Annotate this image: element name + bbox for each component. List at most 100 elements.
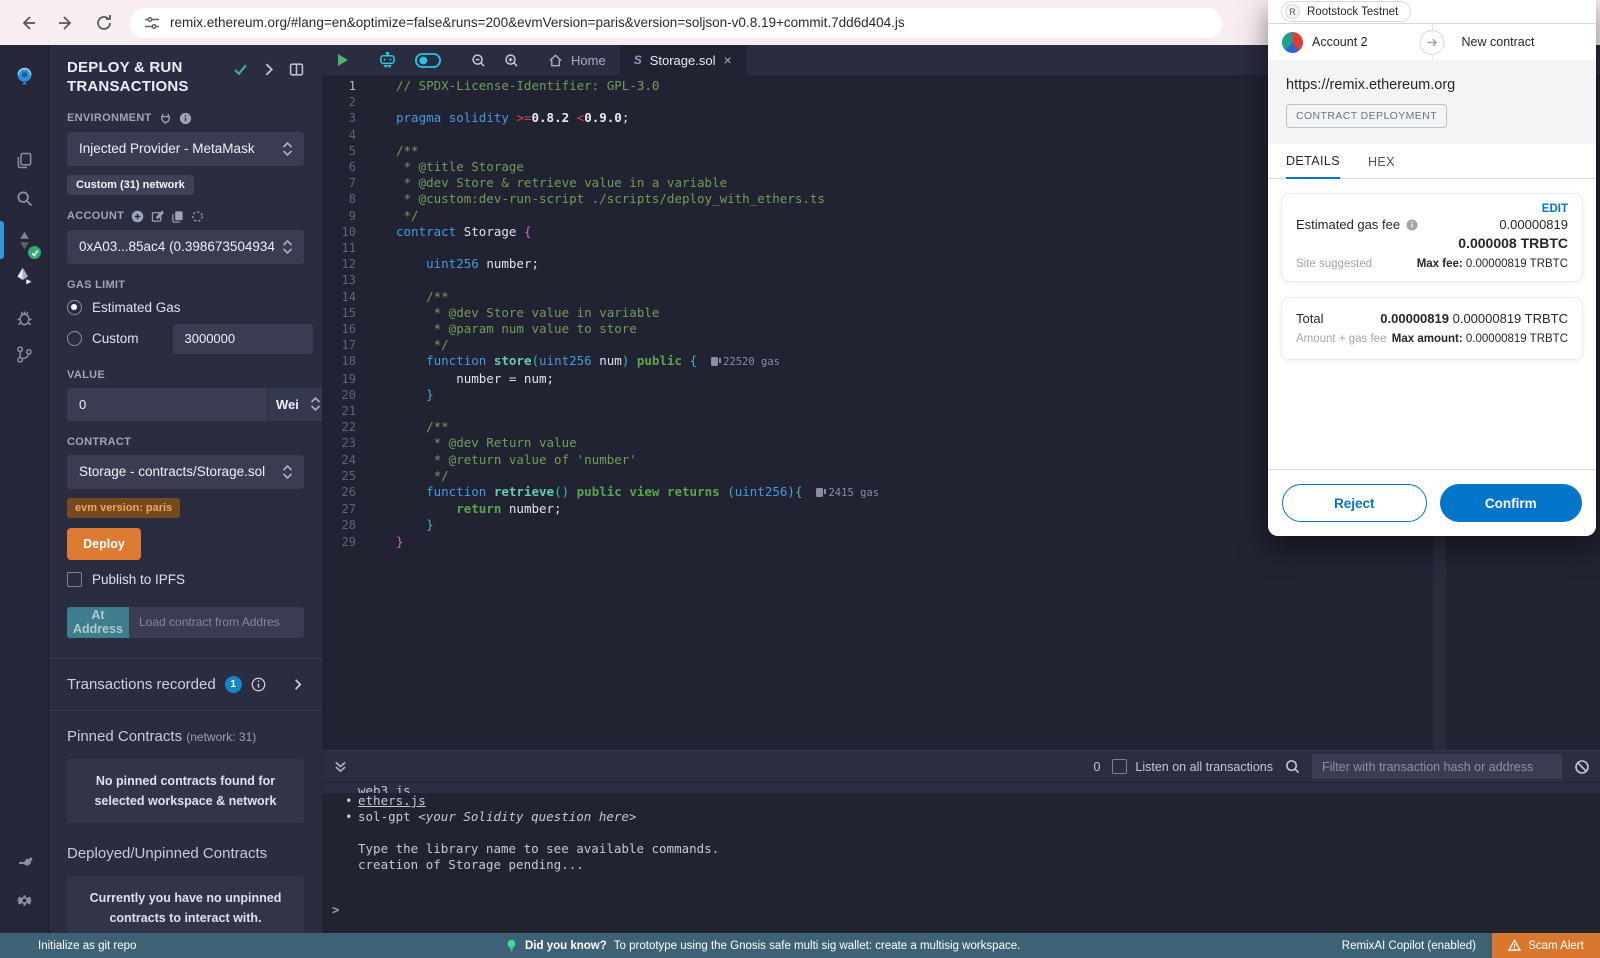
line-number: 27: [322, 501, 370, 517]
gas-fee-card: EDIT Estimated gas fee 0.00000819 0.0000…: [1281, 193, 1583, 282]
back-icon[interactable]: [18, 13, 38, 33]
forward-icon[interactable]: [56, 13, 76, 33]
line-number: 20: [322, 387, 370, 403]
run-script-icon[interactable]: [322, 45, 359, 75]
lightbulb-icon: [505, 939, 518, 952]
edit-gas-link[interactable]: EDIT: [1542, 203, 1568, 215]
check-icon: [233, 62, 248, 77]
plug-icon[interactable]: [159, 112, 172, 125]
value-input[interactable]: [67, 388, 267, 421]
total-label: Total: [1296, 311, 1323, 326]
value-label: VALUE: [67, 369, 304, 381]
confirm-button[interactable]: Confirm: [1440, 484, 1583, 522]
value-unit-select[interactable]: Wei: [267, 388, 322, 421]
terminal-line: Type the library name to see available c…: [322, 841, 1600, 857]
at-address-button[interactable]: At Address: [67, 607, 129, 638]
search-icon[interactable]: [0, 181, 48, 215]
terminal-line: creation of Storage pending...: [322, 857, 1600, 873]
solidity-file-icon: S: [634, 53, 642, 67]
estimated-gas-option[interactable]: Estimated Gas: [67, 300, 304, 315]
line-number: 13: [322, 272, 370, 288]
fuel-pump-icon: [711, 357, 718, 366]
deploy-run-icon[interactable]: [0, 259, 48, 293]
compile-success-badge: [28, 246, 41, 259]
radio-selected-icon[interactable]: [67, 300, 82, 315]
solidity-compiler-icon[interactable]: [0, 223, 48, 257]
terminal-line[interactable]: •ethers.js: [322, 793, 1600, 809]
copy-account-icon[interactable]: [171, 210, 184, 223]
account-label: ACCOUNT: [67, 210, 304, 223]
custom-gas-input[interactable]: [173, 324, 313, 354]
code-line[interactable]: 29}: [322, 534, 1600, 550]
checkbox-icon[interactable]: [1112, 759, 1127, 774]
address-bar[interactable]: remix.ethereum.org/#lang=en&optimize=fal…: [130, 8, 1222, 38]
zoom-out-icon[interactable]: [462, 45, 495, 75]
gas-estimate-annotation: 22520 gas: [711, 356, 780, 368]
tab-home[interactable]: Home: [534, 45, 620, 75]
listen-all-transactions-option[interactable]: Listen on all transactions: [1112, 759, 1273, 774]
pinned-empty-message: No pinned contracts found for selected w…: [67, 759, 304, 823]
close-tab-icon[interactable]: ×: [723, 52, 731, 68]
refresh-icon[interactable]: [94, 13, 114, 33]
line-number: 5: [322, 143, 370, 159]
debugger-icon[interactable]: [0, 301, 48, 335]
warning-triangle-icon: [1508, 939, 1521, 952]
scam-alert-button[interactable]: Scam Alert: [1492, 933, 1600, 958]
tab-hex[interactable]: HEX: [1368, 155, 1395, 178]
line-number: 3: [322, 110, 370, 126]
plugin-manager-icon[interactable]: [0, 843, 48, 877]
publish-ipfs-option[interactable]: Publish to IPFS: [67, 572, 304, 587]
terminal-prompt[interactable]: >: [332, 902, 340, 917]
line-number: 29: [322, 534, 370, 550]
environment-select[interactable]: Injected Provider - MetaMask: [67, 132, 304, 166]
terminal-output[interactable]: web3.js•ethers.js•sol-gpt <your Solidity…: [322, 782, 1600, 933]
radio-unselected-icon[interactable]: [67, 331, 82, 346]
contract-select[interactable]: Storage - contracts/Storage.sol: [67, 455, 304, 489]
pin-panel-icon[interactable]: [289, 62, 304, 77]
evm-version-badge: evm version: paris: [67, 498, 180, 518]
site-settings-icon[interactable]: [144, 15, 160, 31]
transactions-recorded-row[interactable]: Transactions recorded 1: [67, 659, 304, 710]
git-init-status[interactable]: Initialize as git repo: [38, 940, 136, 952]
at-address-input[interactable]: [129, 607, 304, 638]
line-number: 25: [322, 468, 370, 484]
file-explorer-icon[interactable]: [0, 143, 48, 177]
max-fee: Max fee: 0.00000819 TRBTC: [1417, 258, 1568, 270]
detail-tabs: DETAILS HEX: [1268, 144, 1596, 179]
reject-button[interactable]: Reject: [1282, 484, 1427, 522]
network-selector[interactable]: R Rootstock Testnet: [1281, 1, 1411, 22]
copilot-status[interactable]: RemixAI Copilot (enabled): [1342, 940, 1476, 952]
collapse-terminal-icon[interactable]: [322, 760, 358, 773]
total-value: 0.00000819 0.00000819 TRBTC: [1380, 311, 1568, 326]
custom-gas-option[interactable]: Custom: [67, 324, 304, 354]
unpinned-contracts-header: Deployed/Unpinned Contracts: [67, 823, 304, 862]
add-account-icon[interactable]: [131, 210, 144, 223]
line-number: 4: [322, 127, 370, 143]
git-icon[interactable]: [0, 337, 48, 371]
checkbox-icon[interactable]: [67, 572, 82, 587]
line-number: 17: [322, 337, 370, 353]
sign-message-icon[interactable]: [151, 210, 164, 223]
expand-chevron-icon[interactable]: [291, 678, 304, 691]
total-card: Total 0.00000819 0.00000819 TRBTC Amount…: [1281, 297, 1583, 360]
line-number: 16: [322, 321, 370, 337]
zoom-in-icon[interactable]: [495, 45, 528, 75]
tab-storage-sol[interactable]: S Storage.sol ×: [620, 45, 746, 75]
terminal-search-icon[interactable]: [1285, 759, 1300, 774]
chevron-right-icon[interactable]: [261, 62, 276, 77]
line-number: 2: [322, 94, 370, 110]
copilot-toggle-icon[interactable]: [406, 45, 450, 75]
ai-copilot-robot-icon[interactable]: [369, 45, 406, 75]
settings-gear-icon[interactable]: [0, 883, 48, 917]
deploy-button[interactable]: Deploy: [67, 528, 141, 560]
terminal-filter-input[interactable]: [1312, 754, 1562, 779]
terminal-line[interactable]: web3.js: [322, 783, 1600, 793]
info-circle-icon[interactable]: [251, 677, 266, 692]
tab-details[interactable]: DETAILS: [1286, 154, 1340, 179]
info-icon[interactable]: [179, 112, 192, 125]
info-icon[interactable]: [1406, 219, 1418, 231]
unpinned-empty-message: Currently you have no unpinned contracts…: [67, 876, 304, 934]
remix-logo-icon[interactable]: [0, 55, 48, 97]
account-select[interactable]: 0xA03...85ac4 (0.398673504934: [67, 230, 304, 264]
clear-terminal-icon[interactable]: [1574, 759, 1590, 775]
